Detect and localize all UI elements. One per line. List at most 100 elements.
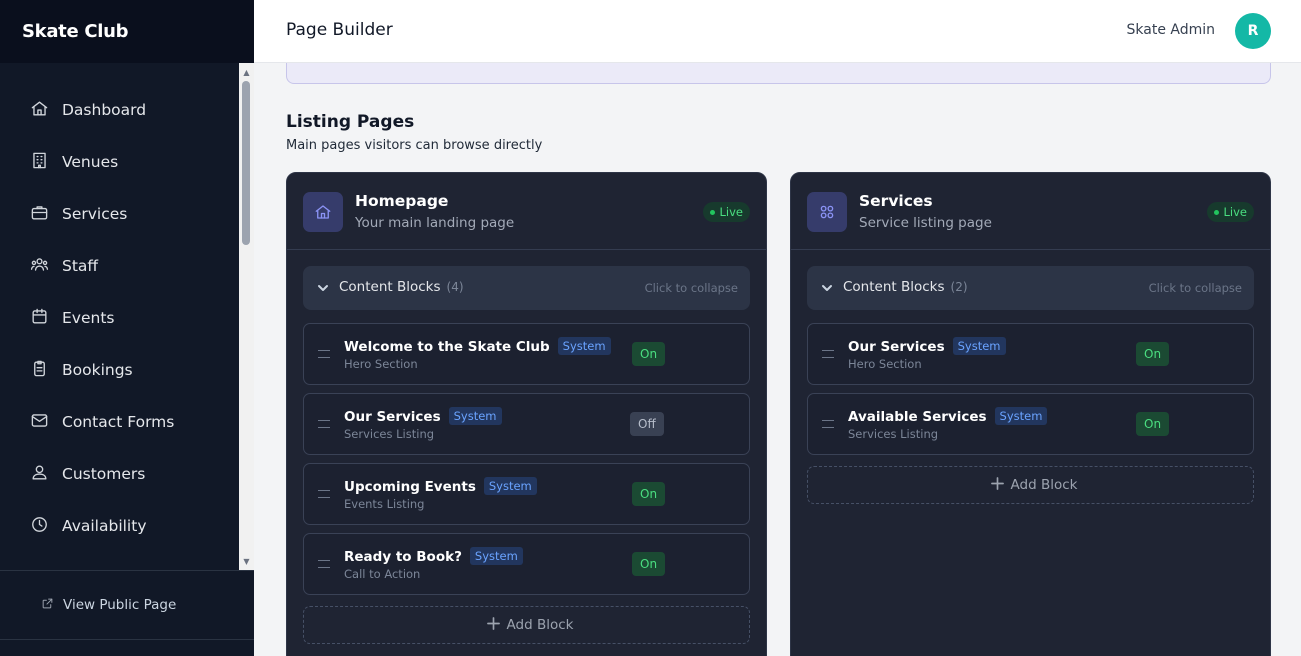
block-type: Call to Action bbox=[344, 567, 421, 581]
sidebar-item-label: Bookings bbox=[62, 361, 133, 379]
content-blocks-label: Content Blocks (2) bbox=[843, 279, 968, 295]
grid-icon bbox=[807, 192, 847, 232]
content-block-row[interactable]: Ready to Book? System Call to Action On bbox=[303, 533, 750, 595]
block-name: Upcoming Events System bbox=[344, 477, 537, 495]
block-type: Services Listing bbox=[344, 427, 435, 441]
status-dot-icon bbox=[1213, 209, 1219, 215]
drag-handle-icon[interactable] bbox=[318, 560, 330, 568]
sidebar-item-label: Contact Forms bbox=[62, 413, 175, 431]
add-block-label: Add Block bbox=[506, 617, 574, 633]
drag-handle-icon[interactable] bbox=[822, 420, 834, 428]
sidebar-scrollbar[interactable]: ▲ ▼ bbox=[239, 63, 254, 570]
sidebar-item-label: Services bbox=[62, 205, 128, 223]
block-type: Events Listing bbox=[344, 497, 425, 511]
section-subtitle: Main pages visitors can browse directly bbox=[286, 138, 543, 153]
system-badge: System bbox=[557, 337, 611, 355]
user-group-icon bbox=[30, 463, 49, 486]
top-header: Page Builder Skate Admin R bbox=[254, 0, 1301, 63]
block-name-text: Upcoming Events bbox=[344, 479, 476, 495]
info-banner bbox=[286, 63, 1271, 84]
block-visibility-toggle[interactable]: On bbox=[632, 552, 666, 576]
block-visibility-toggle[interactable]: On bbox=[1136, 342, 1170, 366]
content-blocks-title: Content Blocks bbox=[339, 279, 441, 295]
plus-icon bbox=[990, 476, 1004, 494]
calendar-icon bbox=[30, 307, 49, 330]
sidebar-item-label: Customers bbox=[62, 465, 146, 483]
brand-logo-text[interactable]: Skate Club bbox=[22, 21, 129, 42]
scroll-up-arrow-icon[interactable]: ▲ bbox=[239, 65, 254, 79]
view-public-page-label: View Public Page bbox=[63, 597, 177, 613]
collapse-hint: Click to collapse bbox=[644, 281, 738, 295]
card-subtitle: Service listing page bbox=[859, 215, 992, 231]
view-public-page-link[interactable]: View Public Page bbox=[0, 570, 254, 640]
status-badge-label: Live bbox=[1223, 205, 1247, 219]
content-block-row[interactable]: Welcome to the Skate Club System Hero Sec… bbox=[303, 323, 750, 385]
drag-handle-icon[interactable] bbox=[318, 420, 330, 428]
block-name-text: Ready to Book? bbox=[344, 549, 462, 565]
users-icon bbox=[30, 255, 49, 278]
section-title: Listing Pages bbox=[286, 112, 415, 132]
add-block-button[interactable]: Add Block bbox=[807, 466, 1254, 504]
content-blocks-toggle[interactable]: Content Blocks (2) Click to collapse bbox=[807, 266, 1254, 310]
block-visibility-toggle[interactable]: On bbox=[632, 342, 666, 366]
sidebar-nav: Dashboard Venues Services Staff Events B… bbox=[0, 63, 239, 570]
sidebar-item-contact-forms[interactable]: Contact Forms bbox=[0, 402, 239, 442]
sidebar-item-venues[interactable]: Venues bbox=[0, 142, 239, 182]
sidebar-item-label: Availability bbox=[62, 517, 147, 535]
page-title: Page Builder bbox=[286, 20, 393, 40]
status-badge: Live bbox=[1206, 202, 1254, 222]
sidebar-item-services[interactable]: Services bbox=[0, 194, 239, 234]
add-block-button[interactable]: Add Block bbox=[303, 606, 750, 644]
home-icon bbox=[303, 192, 343, 232]
avatar[interactable]: R bbox=[1235, 13, 1271, 49]
collapse-hint: Click to collapse bbox=[1148, 281, 1242, 295]
scrollbar-thumb[interactable] bbox=[242, 81, 250, 245]
content-block-row[interactable]: Our Services System Hero Section On bbox=[807, 323, 1254, 385]
sidebar-item-bookings[interactable]: Bookings bbox=[0, 350, 239, 390]
page-card-services: Services Service listing page Live Conte… bbox=[790, 172, 1271, 656]
clipboard-icon bbox=[30, 359, 49, 382]
external-link-icon bbox=[41, 597, 54, 614]
block-visibility-toggle[interactable]: Off bbox=[630, 412, 664, 436]
briefcase-icon bbox=[30, 203, 49, 226]
content-blocks-label: Content Blocks (4) bbox=[339, 279, 464, 295]
sidebar-item-events[interactable]: Events bbox=[0, 298, 239, 338]
user-name[interactable]: Skate Admin bbox=[1127, 22, 1216, 38]
content-block-row[interactable]: Available Services System Services Listin… bbox=[807, 393, 1254, 455]
system-badge: System bbox=[952, 337, 1006, 355]
sidebar-item-customers[interactable]: Customers bbox=[0, 454, 239, 494]
scroll-down-arrow-icon[interactable]: ▼ bbox=[239, 554, 254, 568]
page-card-homepage: Homepage Your main landing page Live Con… bbox=[286, 172, 767, 656]
block-name: Our Services System bbox=[848, 337, 1006, 355]
drag-handle-icon[interactable] bbox=[318, 350, 330, 358]
content-block-row[interactable]: Upcoming Events System Events Listing On bbox=[303, 463, 750, 525]
system-badge: System bbox=[483, 477, 537, 495]
block-name: Available Services System bbox=[848, 407, 1048, 425]
block-visibility-toggle[interactable]: On bbox=[1136, 412, 1170, 436]
content-block-row[interactable]: Our Services System Services Listing Off bbox=[303, 393, 750, 455]
sidebar-item-label: Staff bbox=[62, 257, 99, 275]
building-icon bbox=[30, 151, 49, 174]
block-name: Welcome to the Skate Club System bbox=[344, 337, 611, 355]
drag-handle-icon[interactable] bbox=[318, 490, 330, 498]
plus-icon bbox=[486, 616, 500, 634]
card-subtitle: Your main landing page bbox=[355, 215, 515, 231]
card-title: Homepage bbox=[355, 192, 449, 210]
sidebar-item-dashboard[interactable]: Dashboard bbox=[0, 90, 239, 130]
sidebar-item-staff[interactable]: Staff bbox=[0, 246, 239, 286]
content-blocks-toggle[interactable]: Content Blocks (4) Click to collapse bbox=[303, 266, 750, 310]
block-name-text: Our Services bbox=[848, 339, 945, 355]
block-visibility-toggle[interactable]: On bbox=[632, 482, 666, 506]
block-name-text: Available Services bbox=[848, 409, 987, 425]
home-icon bbox=[30, 99, 49, 122]
sidebar-item-label: Dashboard bbox=[62, 101, 147, 119]
clock-icon bbox=[30, 515, 49, 538]
sidebar-item-availability[interactable]: Availability bbox=[0, 506, 239, 546]
drag-handle-icon[interactable] bbox=[822, 350, 834, 358]
content-blocks-count: (2) bbox=[950, 280, 968, 294]
content-blocks-count: (4) bbox=[446, 280, 464, 294]
card-title: Services bbox=[859, 192, 933, 210]
status-dot-icon bbox=[709, 209, 715, 215]
block-name: Our Services System bbox=[344, 407, 502, 425]
block-name-text: Our Services bbox=[344, 409, 441, 425]
